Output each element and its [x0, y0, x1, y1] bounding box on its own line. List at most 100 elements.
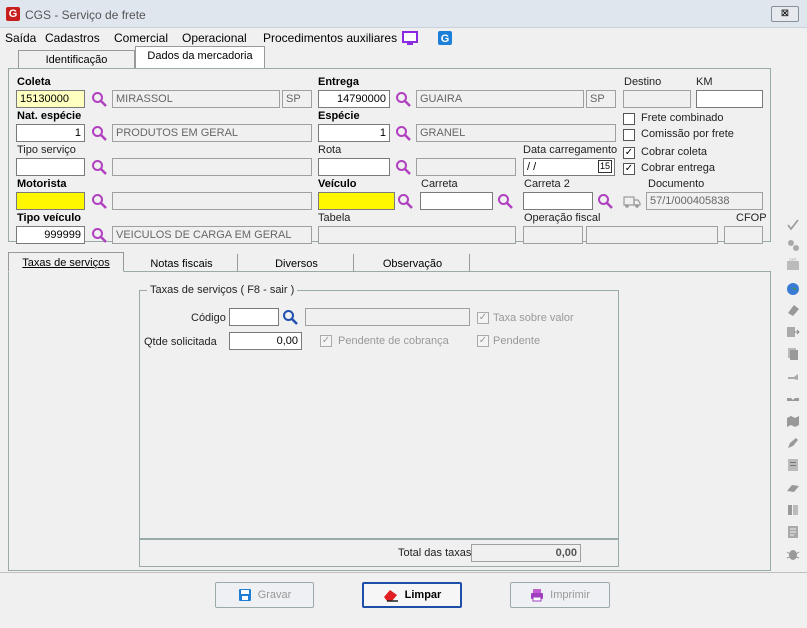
tipo-veiculo-label: Tipo veículo: [17, 212, 81, 224]
documents-icon[interactable]: [786, 347, 800, 361]
monitor-icon[interactable]: [402, 31, 418, 45]
veiculo-field[interactable]: [318, 192, 395, 210]
nat-especie-code-field[interactable]: 1: [16, 124, 85, 142]
g-app-icon[interactable]: G: [437, 31, 453, 45]
motorista-desc-field: [112, 192, 312, 210]
menu-comercial[interactable]: Comercial: [114, 31, 168, 45]
especie-code-field[interactable]: 1: [318, 124, 390, 142]
tab-notas-fiscais[interactable]: Notas fiscais: [126, 254, 238, 272]
carreta2-field[interactable]: [523, 192, 593, 210]
motorista-code-field[interactable]: [16, 192, 85, 210]
menu-cadastros[interactable]: Cadastros: [45, 31, 100, 45]
limpar-label: Limpar: [404, 589, 442, 601]
operacao-fiscal-desc-field: [586, 226, 718, 244]
ciot-icon[interactable]: CIOT: [786, 258, 800, 272]
search-icon[interactable]: [91, 193, 107, 209]
close-button[interactable]: ⊠: [771, 6, 799, 22]
rota-desc-field: [416, 158, 516, 176]
title-bar: G CGS - Serviço de frete ⊠: [0, 0, 807, 28]
export-icon[interactable]: [786, 325, 800, 339]
truck-icon[interactable]: [623, 193, 641, 209]
eraser-icon[interactable]: [786, 303, 800, 317]
tab-taxas-servicos[interactable]: Taxas de serviços: [8, 252, 124, 272]
tabela-label: Tabela: [318, 212, 351, 224]
check-icon[interactable]: [786, 218, 800, 232]
carreta-field[interactable]: [420, 192, 493, 210]
operacao-fiscal-label: Operação fiscal: [524, 212, 601, 224]
search-icon[interactable]: [91, 227, 107, 243]
coleta-uf-field: SP: [282, 90, 312, 108]
imprimir-button[interactable]: Imprimir: [510, 582, 610, 608]
rota-code-field[interactable]: [318, 158, 390, 176]
codigo-label: Código: [191, 312, 226, 324]
taxas-group-title: Taxas de serviços ( F8 - sair ): [147, 284, 298, 296]
calendar-icon[interactable]: 15: [597, 160, 612, 173]
pendente-checkbox[interactable]: ✓: [477, 335, 489, 347]
cobrar-entrega-checkbox[interactable]: ✓: [623, 163, 635, 175]
globe-icon[interactable]: [786, 282, 800, 296]
qtde-solicitada-field[interactable]: 0,00: [229, 332, 302, 350]
map-icon[interactable]: [786, 414, 800, 428]
coleta-city-field: MIRASSOL: [112, 90, 280, 108]
taxa-sobre-valor-checkbox[interactable]: ✓: [477, 312, 489, 324]
gravar-label: Gravar: [257, 589, 292, 601]
search-icon[interactable]: [397, 193, 413, 209]
search-icon[interactable]: [91, 125, 107, 141]
frete-combinado-label: Frete combinado: [641, 112, 724, 124]
destino-label: Destino: [624, 76, 662, 88]
km-field[interactable]: [696, 90, 763, 108]
report-icon[interactable]: [786, 458, 800, 472]
search-icon[interactable]: [282, 309, 298, 325]
cfop-field: [724, 226, 763, 244]
menu-saida[interactable]: Saída: [5, 31, 36, 45]
pendente-cobranca-checkbox[interactable]: ✓: [320, 335, 332, 347]
search-icon[interactable]: [91, 91, 107, 107]
menu-procedimentos[interactable]: Procedimentos auxiliares: [263, 31, 397, 45]
nat-especie-label: Nat. espécie: [17, 110, 82, 122]
search-icon[interactable]: [597, 193, 613, 209]
comissao-frete-checkbox[interactable]: [623, 129, 635, 141]
notes-icon[interactable]: [786, 525, 800, 539]
edit-icon[interactable]: [786, 436, 800, 450]
operacao-fiscal-code-field: [523, 226, 583, 244]
total-taxas-label: Total das taxas: [398, 547, 472, 559]
codigo-field[interactable]: [229, 308, 279, 326]
tab-label: Dados da mercadoria: [135, 46, 265, 68]
documento-field: 57/1/000405838: [646, 192, 763, 210]
entrega-label: Entrega: [318, 76, 359, 88]
search-icon[interactable]: [395, 91, 411, 107]
frete-combinado-checkbox[interactable]: [623, 113, 635, 125]
taxas-group: [139, 290, 619, 539]
svg-text:CIOT: CIOT: [789, 258, 796, 262]
cobrar-coleta-checkbox[interactable]: ✓: [623, 147, 635, 159]
eraser2-icon[interactable]: [786, 481, 800, 495]
tab-label: Diversos: [275, 258, 318, 270]
tab-dados-mercadoria[interactable]: Dados da mercadoria: [135, 46, 265, 68]
pendente-cobranca-label: Pendente de cobrança: [338, 335, 449, 347]
bug-icon[interactable]: [786, 547, 800, 561]
tab-diversos[interactable]: Diversos: [240, 254, 354, 272]
tab-identificacao[interactable]: Identificação: [18, 50, 135, 70]
gravar-button[interactable]: Gravar: [215, 582, 314, 608]
total-taxas-field: 0,00: [471, 544, 581, 562]
tipo-servico-code-field[interactable]: [16, 158, 85, 176]
search-icon[interactable]: [91, 159, 107, 175]
gears-icon[interactable]: [786, 238, 800, 252]
tipo-veiculo-code-field[interactable]: 999999: [16, 226, 85, 244]
hand-icon[interactable]: [786, 369, 800, 383]
handshake-icon[interactable]: [786, 392, 800, 406]
nat-especie-desc-field: PRODUTOS EM GERAL: [112, 124, 312, 142]
entrega-code-field[interactable]: 14790000: [318, 90, 390, 108]
search-icon[interactable]: [497, 193, 513, 209]
tab-label: Notas fiscais: [150, 258, 213, 270]
search-icon[interactable]: [395, 159, 411, 175]
coleta-code-field[interactable]: 15130000: [16, 90, 85, 108]
entrega-uf-field: SP: [586, 90, 616, 108]
tab-observacao[interactable]: Observação: [356, 254, 470, 272]
menu-operacional[interactable]: Operacional: [182, 31, 247, 45]
limpar-button[interactable]: Limpar: [362, 582, 462, 608]
search-icon[interactable]: [395, 125, 411, 141]
book-icon[interactable]: [786, 503, 800, 517]
data-carregamento-field[interactable]: / / 15: [523, 158, 615, 176]
comissao-frete-label: Comissão por frete: [641, 128, 734, 140]
